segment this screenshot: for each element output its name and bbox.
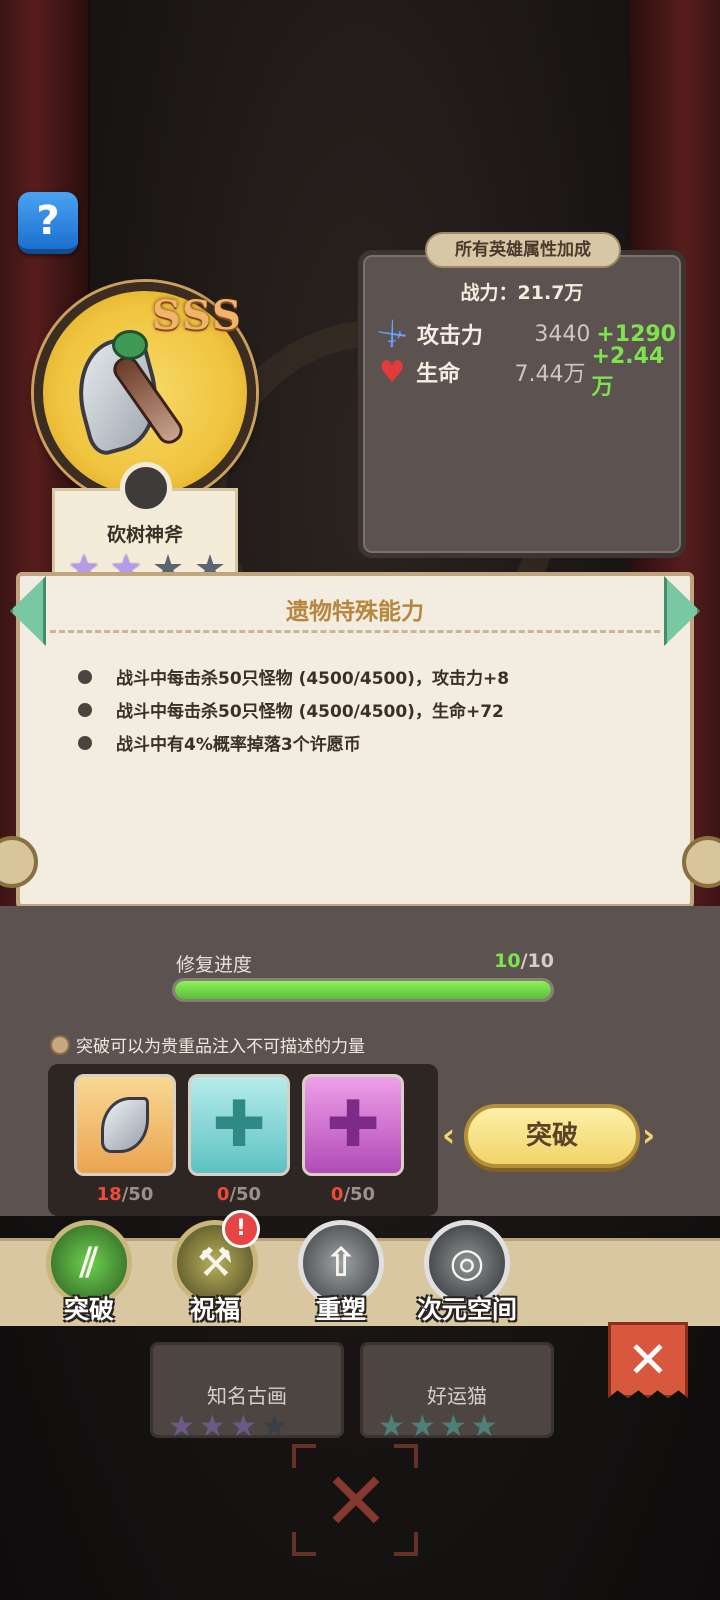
help-button[interactable]: ?	[18, 192, 78, 254]
hint-row: 突破可以为贵重品注入不可描述的力量	[50, 1032, 365, 1057]
repair-label: 修复进度	[176, 954, 253, 976]
star-filled-icon: ★	[470, 1409, 498, 1444]
ability-item: 战斗中每击杀50只怪物 (4500/4500)，攻击力+8	[78, 664, 509, 689]
repair-progress-fill	[175, 981, 551, 999]
close-button[interactable]: ✕	[608, 1322, 688, 1398]
claw-icon: ⫽	[80, 1240, 98, 1286]
material-slot-teal[interactable]: ✚	[188, 1074, 290, 1176]
axe-relic-icon	[101, 1097, 149, 1153]
star-filled-icon: ★	[439, 1409, 467, 1444]
heart-icon: ♥	[378, 354, 406, 390]
chevron-right-icon: ›	[642, 1116, 656, 1154]
close-icon: ✕	[627, 1331, 669, 1389]
teal-plus-icon: ✚	[212, 1088, 266, 1162]
bullet-icon	[78, 702, 92, 717]
star-filled-icon: ★	[168, 1409, 195, 1444]
frame-corner	[394, 1444, 418, 1468]
bullet-icon	[78, 735, 92, 750]
repair-count: 10/10	[494, 950, 554, 972]
bonus-power: 战力：21.7万	[460, 282, 584, 304]
chevron-left-icon: ‹	[442, 1116, 456, 1154]
stat-label: 攻击力	[416, 324, 483, 349]
tab-label: 次元空间	[416, 1295, 517, 1324]
planet-icon: ◎	[449, 1240, 485, 1286]
stat-value: 7.44万	[514, 362, 586, 387]
ability-text: 战斗中每击杀50只怪物 (4500/4500)，生命+72	[116, 702, 504, 722]
pink-plus-icon: ✚	[326, 1088, 380, 1162]
material-count: 0/50	[216, 1184, 262, 1205]
frame-corner	[394, 1532, 418, 1556]
relic-socket	[120, 462, 172, 514]
stat-value: 3440	[534, 321, 591, 347]
upgrade-arrow-icon: ⇧	[324, 1240, 358, 1286]
frame-corner	[292, 1444, 316, 1468]
ability-item: 战斗中每击杀50只怪物 (4500/4500)，生命+72	[78, 697, 504, 722]
tab-label: 祝福	[189, 1295, 240, 1324]
material-count: 18/50	[96, 1184, 154, 1205]
bullet-icon	[78, 669, 92, 684]
relic-grade: SSS	[152, 292, 243, 339]
stat-label: 生命	[416, 362, 461, 387]
material-count: 0/50	[330, 1184, 376, 1205]
breakthrough-button[interactable]: 突破	[464, 1104, 640, 1168]
ability-text: 战斗中有4%概率掉落3个许愿币	[116, 735, 361, 755]
tab-label: 重塑	[315, 1295, 366, 1324]
repair-progress-bar	[172, 978, 554, 1002]
stat-row-health: ♥ 生命 7.44万 +2.44万	[376, 344, 676, 400]
relic-name: 砍树神斧	[106, 524, 183, 546]
star-filled-icon: ★	[378, 1409, 405, 1444]
star-empty-icon: ★	[260, 1409, 288, 1444]
info-dot-icon	[50, 1034, 70, 1055]
alert-badge: !	[222, 1210, 260, 1248]
frame-corner	[292, 1532, 316, 1556]
tab-label: 突破	[63, 1295, 114, 1324]
card-name: 好运猫	[427, 1384, 487, 1408]
hammer-icon: ⚒	[197, 1240, 233, 1286]
card-name: 知名古画	[207, 1384, 287, 1408]
card-star-rating: ★ ★ ★ ★	[378, 1412, 498, 1442]
star-filled-icon: ★	[408, 1409, 436, 1444]
stat-bonus: +2.44万	[591, 343, 665, 400]
hint-text: 突破可以为贵重品注入不可描述的力量	[76, 1037, 365, 1057]
ability-title: 遗物特殊能力	[286, 599, 424, 625]
material-slot-pink[interactable]: ✚	[302, 1074, 404, 1176]
card-star-rating: ★ ★ ★ ★	[168, 1412, 288, 1442]
question-mark-icon: ?	[36, 197, 60, 244]
star-filled-icon: ★	[229, 1409, 257, 1444]
star-filled-icon: ★	[198, 1409, 226, 1444]
ability-item: 战斗中有4%概率掉落3个许愿币	[78, 730, 361, 755]
material-slot-axe[interactable]	[74, 1074, 176, 1176]
ability-text: 战斗中每击杀50只怪物 (4500/4500)，攻击力+8	[116, 669, 510, 689]
axe-leaf-icon	[112, 330, 148, 360]
ability-divider	[50, 630, 660, 633]
bonus-title: 所有英雄属性加成	[425, 232, 621, 268]
